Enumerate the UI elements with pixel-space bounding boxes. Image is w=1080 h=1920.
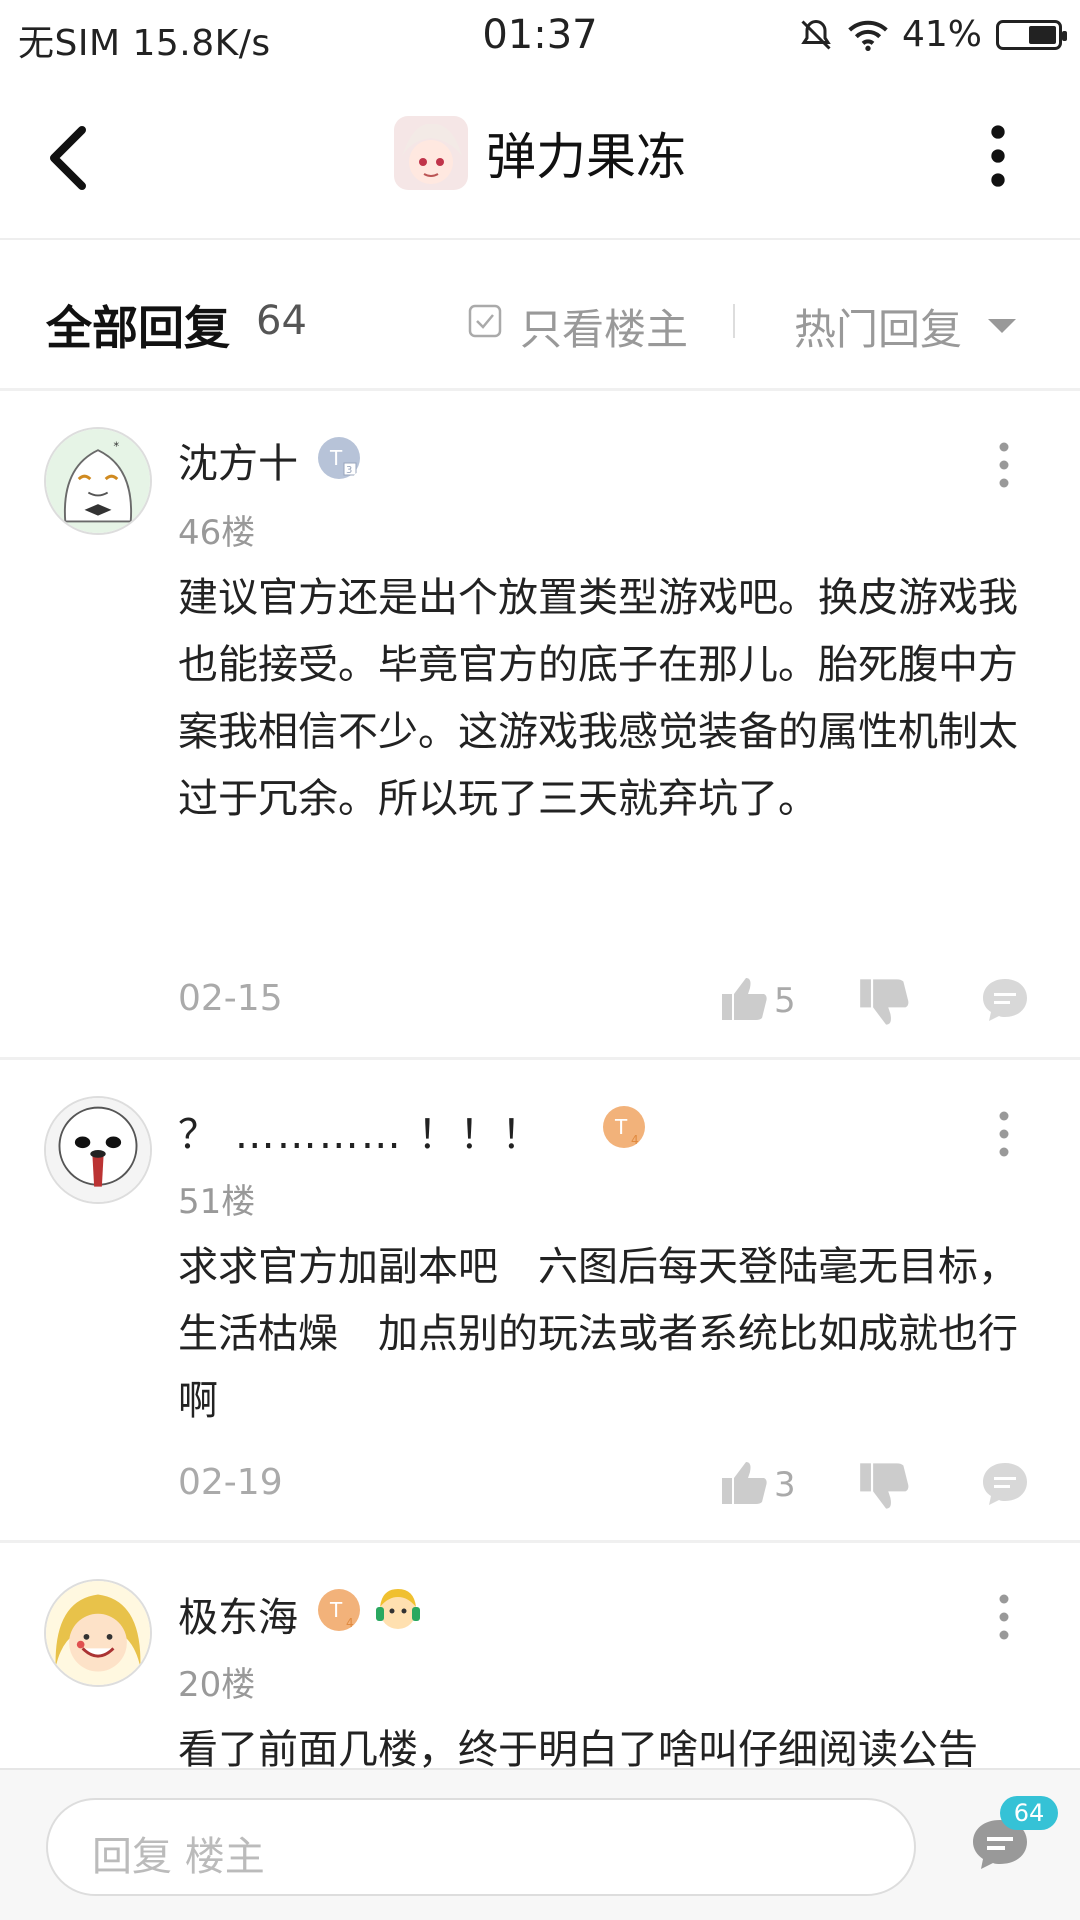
title-group: 弹力果冻 xyxy=(0,116,1080,190)
svg-text:3: 3 xyxy=(346,465,352,476)
battery-icon xyxy=(996,19,1067,50)
comment-item: ？ ………… ！！！ T 4 51楼 求求官方加副本吧 六图后每天登陆毫无目标，… xyxy=(0,1060,1080,1540)
wifi-icon xyxy=(848,20,888,51)
reply-count: 64 xyxy=(256,298,307,344)
level-badge-icon: T 4 xyxy=(603,1106,645,1148)
comment-date: 02-19 xyxy=(178,1462,283,1503)
title-bar: 弹力果冻 xyxy=(0,76,1080,238)
sort-dropdown[interactable]: 热门回复 xyxy=(794,296,962,357)
bottom-bar: 回复 楼主 64 xyxy=(0,1768,1080,1920)
svg-text:4: 4 xyxy=(346,1616,354,1630)
comment-date: 02-15 xyxy=(178,978,283,1019)
comment-text: 看了前面几楼，终于明白了啥叫仔细阅读公告 xyxy=(178,1727,978,1768)
only-op-filter[interactable]: 只看楼主 xyxy=(520,296,688,357)
thumbs-up-icon[interactable] xyxy=(720,974,770,1024)
fan-badge-icon xyxy=(376,1589,420,1629)
more-options-icon[interactable] xyxy=(992,1104,1016,1164)
reply-icon[interactable] xyxy=(980,1459,1030,1509)
reply-input-placeholder: 回复 楼主 xyxy=(92,1834,265,1880)
status-right: 41% xyxy=(798,14,1067,55)
comment-item: 极东海 T 4 20楼 看了前面几楼，终于明白了啥叫仔细阅读公告 xyxy=(0,1543,1080,1768)
username[interactable]: 沈方十 xyxy=(178,431,298,489)
comment-text: 求求官方加副本吧 六图后每天登陆毫无目标，生活枯燥 加点别的玩法或者系统比如成就… xyxy=(178,1244,1018,1424)
like-count: 3 xyxy=(774,1465,796,1505)
filter-separator xyxy=(733,304,735,338)
more-vertical-icon[interactable] xyxy=(968,116,1028,196)
all-replies-title: 全部回复 xyxy=(46,301,230,355)
reply-header: 全部回复 64 只看楼主 热门回复 xyxy=(0,240,1080,388)
avatar[interactable] xyxy=(44,1096,152,1204)
reply-input[interactable]: 回复 楼主 xyxy=(46,1798,916,1896)
username[interactable]: ？ ………… ！！！ xyxy=(178,1102,543,1160)
page-title: 弹力果冻 xyxy=(486,128,686,186)
caret-down-icon[interactable] xyxy=(988,319,1016,333)
svg-text:T: T xyxy=(329,446,343,470)
comment-text: 建议官方还是出个放置类型游戏吧。换皮游戏我也能接受。毕竟官方的底子在那儿。胎死腹… xyxy=(178,575,1018,822)
status-bar: 无SIM 15.8K/s 01:37 41% xyxy=(0,0,1080,76)
reply-icon[interactable] xyxy=(980,975,1030,1025)
checkbox-icon[interactable] xyxy=(468,304,502,338)
avatar[interactable] xyxy=(44,1579,152,1687)
mute-icon xyxy=(801,19,831,50)
thumbs-up-icon[interactable] xyxy=(720,1458,770,1508)
comment-count-badge: 64 xyxy=(1000,1796,1058,1830)
floor-number: 51楼 xyxy=(178,1182,256,1222)
svg-text:4: 4 xyxy=(631,1133,639,1147)
game-avatar xyxy=(394,116,468,190)
level-badge-icon: T 3 xyxy=(318,437,360,479)
level-badge-icon: T 4 xyxy=(318,1589,360,1631)
like-count: 5 xyxy=(774,981,796,1021)
thumbs-down-icon[interactable] xyxy=(858,975,912,1029)
svg-text:T: T xyxy=(614,1115,628,1139)
svg-text:T: T xyxy=(329,1598,343,1622)
comment-item: * 沈方十 T 3 46楼 建议官方还是出个放置类型游戏吧。换皮游戏我也能接受。… xyxy=(0,391,1080,1057)
floor-number: 46楼 xyxy=(178,513,256,553)
more-options-icon[interactable] xyxy=(992,435,1016,495)
floor-number: 20楼 xyxy=(178,1665,256,1705)
avatar[interactable]: * xyxy=(44,427,152,535)
battery-percent: 41% xyxy=(901,14,982,55)
thumbs-down-icon[interactable] xyxy=(858,1459,912,1513)
username[interactable]: 极东海 xyxy=(178,1585,298,1643)
more-options-icon[interactable] xyxy=(992,1587,1016,1647)
svg-text:*: * xyxy=(113,439,119,453)
